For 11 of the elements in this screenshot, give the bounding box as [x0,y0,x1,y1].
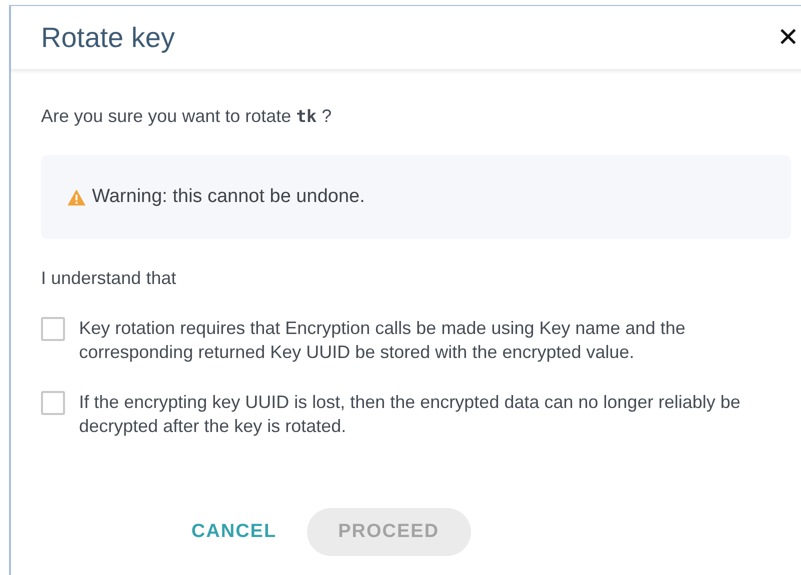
acknowledge-label: I understand that [41,267,178,289]
close-button[interactable]: ✕ [777,24,799,50]
confirmation-question: Are you sure you want to rotate tk ? [41,105,333,128]
dialog-title: Rotate key [41,22,175,54]
cancel-button[interactable]: CANCEL [191,509,277,555]
checkbox[interactable] [41,391,65,415]
warning-text: Warning: this cannot be undone. [92,186,365,208]
checkbox-label: If the encrypting key UUID is lost, then the encrypted data can no longer reliably be decrypted after the key is rotated. [79,391,742,438]
warning-icon [67,188,86,206]
checkbox[interactable] [41,317,65,341]
checkbox-label: Key rotation requires that Encryption calls be made using Key name and the corresponding returned Key UUID be stored with the encrypted value. [79,317,686,364]
